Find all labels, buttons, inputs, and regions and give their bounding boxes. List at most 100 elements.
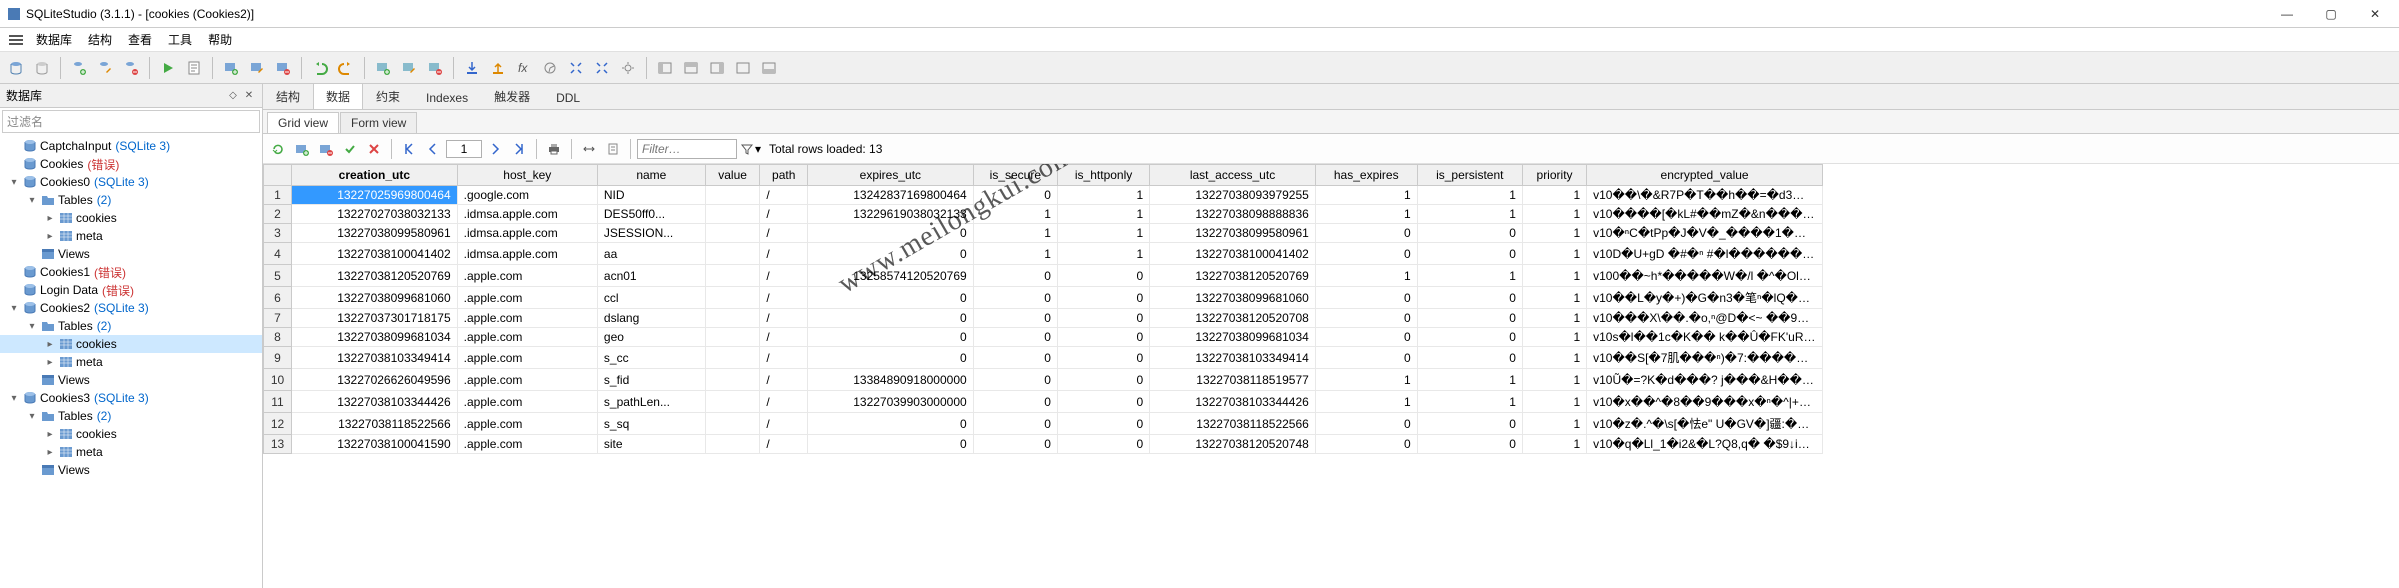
rownum-header[interactable] xyxy=(264,165,292,186)
grid-cell[interactable] xyxy=(705,309,760,328)
grid-cell[interactable]: 13227038099681060 xyxy=(1150,287,1316,309)
grid-cell[interactable]: aa xyxy=(597,243,705,265)
grid-cell[interactable]: 1 xyxy=(1522,265,1586,287)
column-header[interactable]: last_access_utc xyxy=(1150,165,1316,186)
grid-cell[interactable]: 13227038120520748 xyxy=(1150,435,1316,454)
grid-cell[interactable]: site xyxy=(597,435,705,454)
grid-cell[interactable]: s_cc xyxy=(597,347,705,369)
grid-cell[interactable]: 1 xyxy=(1315,369,1417,391)
grid-cell[interactable]: 0 xyxy=(1417,309,1522,328)
tree-expander-icon[interactable]: ▸ xyxy=(44,429,56,440)
grid-cell[interactable]: 13227039903000000 xyxy=(808,391,974,413)
tree-item[interactable]: Views xyxy=(0,371,262,389)
add-db-icon[interactable] xyxy=(67,56,91,80)
grid-cell[interactable]: 0 xyxy=(1315,243,1417,265)
row-number[interactable]: 7 xyxy=(264,309,292,328)
grid-cell[interactable]: 0 xyxy=(1057,369,1149,391)
tree-item[interactable]: ▾Cookies3(SQLite 3) xyxy=(0,389,262,407)
column-header[interactable]: expires_utc xyxy=(808,165,974,186)
tree-item[interactable]: ▸cookies xyxy=(0,209,262,227)
grid-cell[interactable]: s_fid xyxy=(597,369,705,391)
grid-cell[interactable]: v10D�U+gD �#�ⁿ #�l������Ap[3皿T_E8�v�~� xyxy=(1587,243,1823,265)
tree-item[interactable]: ▾Cookies0(SQLite 3) xyxy=(0,173,262,191)
grid-cell[interactable]: / xyxy=(760,224,808,243)
grid-cell[interactable]: 0 xyxy=(973,328,1057,347)
grid-cell[interactable]: 13227038120520708 xyxy=(1150,309,1316,328)
grid-cell[interactable]: v100��~h*�����W�/l �^�OlA�I 染�T�����LK xyxy=(1587,265,1823,287)
connect-db-icon[interactable] xyxy=(4,56,28,80)
row-number[interactable]: 8 xyxy=(264,328,292,347)
tree-item[interactable]: ▸meta xyxy=(0,353,262,371)
grid-cell[interactable]: 1 xyxy=(1522,224,1586,243)
grid-cell[interactable]: 13227038103344426 xyxy=(1150,391,1316,413)
grid-cell[interactable]: v10�ⁿC�tPp�J�V�_����1������7 ��S^� xyxy=(1587,224,1823,243)
grid-cell[interactable]: 1 xyxy=(1522,413,1586,435)
row-number[interactable]: 12 xyxy=(264,413,292,435)
grid-cell[interactable]: 13227038099580961 xyxy=(1150,224,1316,243)
column-header[interactable]: host_key xyxy=(457,165,597,186)
page-number-input[interactable] xyxy=(446,140,482,158)
grid-cell[interactable] xyxy=(705,224,760,243)
grid-cell[interactable]: .apple.com xyxy=(457,287,597,309)
sidebar-float-icon[interactable]: ◇ xyxy=(226,89,240,103)
grid-cell[interactable]: / xyxy=(760,391,808,413)
grid-cell[interactable]: v10s�l��1c�K�� k��Û�FK'uR#�R�%~+� xyxy=(1587,328,1823,347)
grid-cell[interactable] xyxy=(705,413,760,435)
column-header[interactable]: has_expires xyxy=(1315,165,1417,186)
grid-cell[interactable]: 0 xyxy=(808,309,974,328)
grid-cell[interactable]: 13227027038032133 xyxy=(292,205,458,224)
close-button[interactable]: ✕ xyxy=(2353,0,2397,28)
grid-cell[interactable]: v10�x��^�8��9���x�ⁿ�^|+字&>�ⁿ�4�❦[3����� xyxy=(1587,391,1823,413)
grid-cell[interactable]: 13227038103349414 xyxy=(292,347,458,369)
grid-cell[interactable]: / xyxy=(760,369,808,391)
grid-cell[interactable]: acn01 xyxy=(597,265,705,287)
menu-icon[interactable] xyxy=(8,32,24,48)
tree-item[interactable]: Views xyxy=(0,245,262,263)
grid-cell[interactable]: 13227038100041402 xyxy=(292,243,458,265)
grid-cell[interactable]: 0 xyxy=(1315,224,1417,243)
grid-cell[interactable]: 0 xyxy=(973,391,1057,413)
grid-cell[interactable]: 1 xyxy=(1522,287,1586,309)
collapse-icon[interactable] xyxy=(590,56,614,80)
tree-expander-icon[interactable]: ▸ xyxy=(44,213,56,224)
column-header[interactable]: value xyxy=(705,165,760,186)
grid-cell[interactable]: 0 xyxy=(1315,287,1417,309)
row-number[interactable]: 10 xyxy=(264,369,292,391)
grid-cell[interactable]: 0 xyxy=(1417,243,1522,265)
column-header[interactable]: is_persistent xyxy=(1417,165,1522,186)
row-number[interactable]: 9 xyxy=(264,347,292,369)
grid-cell[interactable]: 1 xyxy=(1522,243,1586,265)
grid-cell[interactable]: 1 xyxy=(973,205,1057,224)
grid-cell[interactable]: 0 xyxy=(1057,347,1149,369)
grid-cell[interactable]: 13227025969800464 xyxy=(292,186,458,205)
tree-item[interactable]: ▸meta xyxy=(0,443,262,461)
grid-cell[interactable]: 0 xyxy=(808,435,974,454)
layout1-icon[interactable] xyxy=(653,56,677,80)
grid-cell[interactable]: 1 xyxy=(1315,265,1417,287)
tree-expander-icon[interactable]: ▸ xyxy=(44,231,56,242)
tree-item[interactable]: ▾Tables(2) xyxy=(0,407,262,425)
column-header[interactable]: name xyxy=(597,165,705,186)
commit-icon[interactable] xyxy=(339,138,361,160)
grid-cell[interactable]: 0 xyxy=(808,328,974,347)
grid-cell[interactable]: s_pathLen... xyxy=(597,391,705,413)
grid-cell[interactable]: geo xyxy=(597,328,705,347)
grid-cell[interactable]: .apple.com xyxy=(457,435,597,454)
add-row-icon[interactable] xyxy=(291,138,313,160)
grid-cell[interactable]: .apple.com xyxy=(457,413,597,435)
grid-cell[interactable]: v10�z�.^�\s[�怯e" U�GV�]疆:��;)� 1�Br��g,8… xyxy=(1587,413,1823,435)
tree-expander-icon[interactable]: ▾ xyxy=(8,393,20,404)
grid-cell[interactable]: 0 xyxy=(1417,328,1522,347)
row-number[interactable]: 13 xyxy=(264,435,292,454)
grid-cell[interactable]: 0 xyxy=(973,309,1057,328)
chart-icon[interactable] xyxy=(538,56,562,80)
rollback-icon[interactable] xyxy=(363,138,385,160)
grid-cell[interactable] xyxy=(705,265,760,287)
grid-cell[interactable]: 0 xyxy=(973,265,1057,287)
grid-cell[interactable]: JSESSION... xyxy=(597,224,705,243)
grid-cell[interactable]: 0 xyxy=(1315,309,1417,328)
grid-cell[interactable]: 0 xyxy=(1417,287,1522,309)
minimize-button[interactable]: — xyxy=(2265,0,2309,28)
grid-cell[interactable]: 13227038093979255 xyxy=(1150,186,1316,205)
new-view-icon[interactable] xyxy=(371,56,395,80)
